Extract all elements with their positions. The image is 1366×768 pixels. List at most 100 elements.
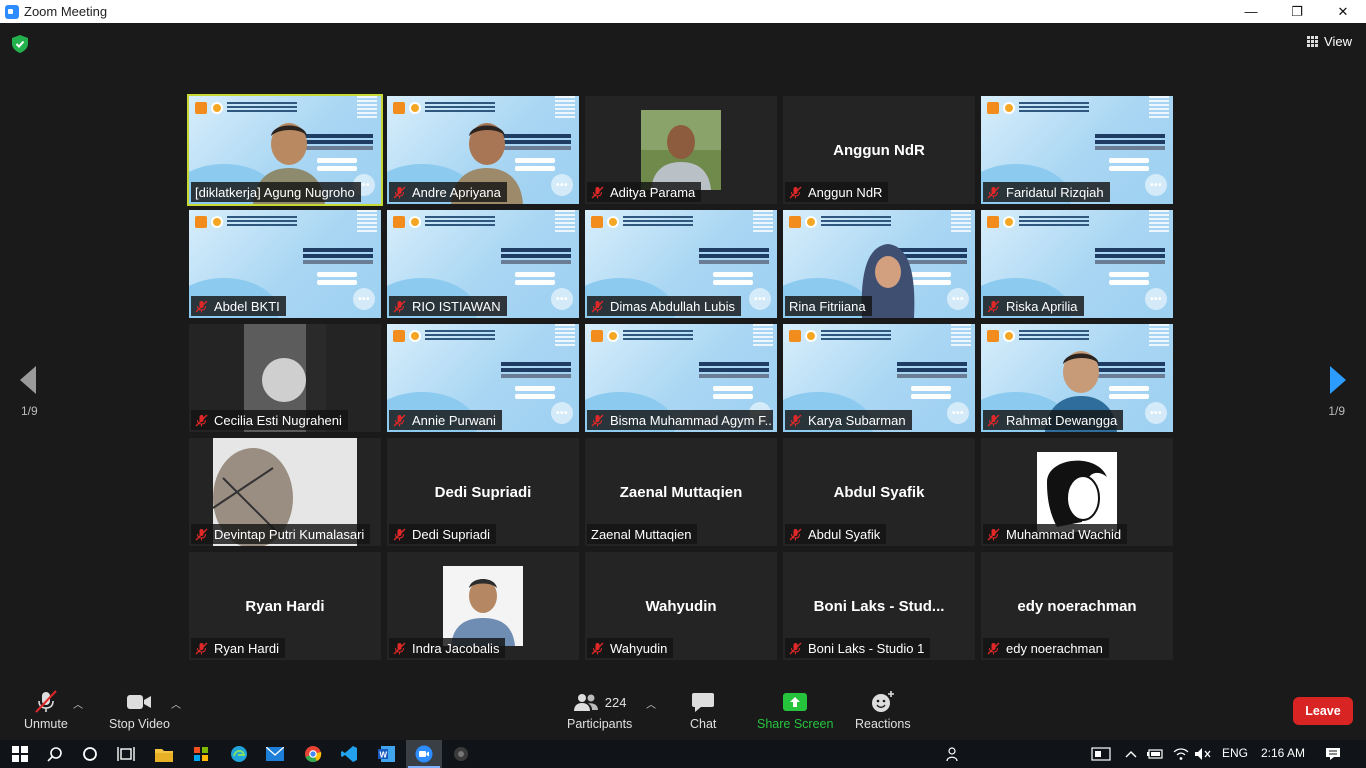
participant-tile[interactable]: Ryan Hardi Ryan Hardi	[189, 552, 381, 660]
participants-icon	[573, 694, 598, 711]
participant-name: Indra Jacobalis	[412, 640, 500, 656]
reactions-emoji-icon	[871, 691, 894, 712]
more-options-icon[interactable]: •••	[551, 402, 573, 424]
mic-muted-icon	[987, 186, 1000, 199]
previous-page-icon[interactable]	[18, 365, 38, 395]
search-icon[interactable]	[44, 744, 66, 764]
participant-name: edy noerachman	[1006, 640, 1103, 656]
mail-icon[interactable]	[264, 744, 286, 764]
battery-icon[interactable]	[1144, 744, 1166, 764]
minimize-button[interactable]: —	[1228, 0, 1274, 23]
chrome-icon[interactable]	[302, 744, 324, 764]
participants-button[interactable]: 224 Participants	[567, 690, 632, 731]
participant-tile[interactable]: •••Bisma Muhammad Agym F...	[585, 324, 777, 432]
more-options-icon[interactable]: •••	[947, 288, 969, 310]
grid-view-icon	[1307, 36, 1319, 47]
wifi-icon[interactable]	[1170, 744, 1192, 764]
participant-name: Dimas Abdullah Lubis	[610, 298, 736, 314]
show-hidden-icons-icon[interactable]	[1120, 744, 1142, 764]
participant-tile[interactable]: Indra Jacobalis	[387, 552, 579, 660]
participant-name: Karya Subarman	[808, 412, 906, 428]
more-options-icon[interactable]: •••	[551, 288, 573, 310]
participant-tile[interactable]: ••• RIO ISTIAWAN	[387, 210, 579, 318]
participant-name-label: Andre Apriyana	[389, 182, 507, 202]
view-button[interactable]: View	[1307, 34, 1352, 49]
participant-tile[interactable]: ••• Dimas Abdullah Lubis	[585, 210, 777, 318]
close-button[interactable]: ✕	[1320, 0, 1366, 23]
notification-area-icon[interactable]	[1090, 744, 1112, 764]
chat-label: Chat	[690, 717, 717, 731]
participant-tile[interactable]: ••• Annie Purwani	[387, 324, 579, 432]
clock[interactable]: 2:16 AM	[1261, 746, 1305, 760]
participant-tile[interactable]: Devintap Putri Kumalasari	[189, 438, 381, 546]
stop-video-button[interactable]: Stop Video	[109, 690, 170, 731]
participant-tile[interactable]: Dedi Supriadi Dedi Supriadi	[387, 438, 579, 546]
security-shield-icon[interactable]	[12, 35, 28, 53]
more-options-icon[interactable]: •••	[1145, 288, 1167, 310]
participant-tile[interactable]: Zaenal Muttaqien Zaenal Muttaqien	[585, 438, 777, 546]
participant-name-label: Ryan Hardi	[191, 638, 286, 658]
participant-tile[interactable]: ••• Andre Apriyana	[387, 96, 579, 204]
more-options-icon[interactable]: •••	[551, 174, 573, 196]
page-indicator-right: 1/9	[1328, 404, 1345, 418]
participant-big-name: Wahyudin	[645, 598, 717, 615]
mic-muted-icon	[591, 414, 604, 427]
participant-tile[interactable]: Boni Laks - Stud... Boni Laks - Studio 1	[783, 552, 975, 660]
language-indicator[interactable]: ENG	[1222, 746, 1248, 760]
participant-tile[interactable]: ••• Karya Subarman	[783, 324, 975, 432]
more-options-icon[interactable]: •••	[1145, 174, 1167, 196]
more-options-icon[interactable]: •••	[353, 288, 375, 310]
participant-tile[interactable]: ••• Faridatul Rizqiah	[981, 96, 1173, 204]
mic-muted-icon	[195, 528, 208, 541]
participant-tile[interactable]: Wahyudin Wahyudin	[585, 552, 777, 660]
edge-browser-icon[interactable]	[228, 744, 250, 764]
people-icon[interactable]	[940, 744, 962, 764]
file-explorer-icon[interactable]	[153, 744, 175, 764]
store-icon[interactable]	[190, 744, 212, 764]
participant-tile[interactable]: ••• [diklatkerja] Agung Nugroho	[187, 94, 383, 206]
participant-tile[interactable]: Muhammad Wachid	[981, 438, 1173, 546]
participant-name-label: Abdel BKTI	[191, 296, 286, 316]
participant-big-name: Ryan Hardi	[245, 598, 325, 615]
participant-tile[interactable]: ••• Abdel BKTI	[189, 210, 381, 318]
participant-tile[interactable]: Abdul Syafik Abdul Syafik	[783, 438, 975, 546]
participant-name: Muhammad Wachid	[1006, 526, 1122, 542]
participant-tile[interactable]: ••• Riska Aprilia	[981, 210, 1173, 318]
participants-caret-icon[interactable]: ︿	[646, 696, 656, 711]
more-options-icon[interactable]: •••	[947, 402, 969, 424]
volume-muted-icon[interactable]	[1192, 744, 1214, 764]
mic-muted-icon	[393, 414, 406, 427]
audio-options-caret-icon[interactable]: ︿	[73, 696, 83, 711]
mic-muted-icon	[789, 642, 802, 655]
leave-button[interactable]: Leave	[1293, 697, 1353, 725]
vscode-icon[interactable]	[338, 744, 360, 764]
unmute-button[interactable]: Unmute	[24, 690, 68, 731]
video-options-caret-icon[interactable]: ︿	[171, 696, 181, 711]
cortana-icon[interactable]	[79, 744, 101, 764]
more-options-icon[interactable]: •••	[749, 288, 771, 310]
participant-tile[interactable]: Anggun NdR Anggun NdR	[783, 96, 975, 204]
mic-muted-icon	[591, 186, 604, 199]
participant-tile[interactable]: Cecilia Esti Nugraheni	[189, 324, 381, 432]
share-screen-button[interactable]: Share Screen	[757, 690, 833, 731]
start-windows-icon[interactable]	[9, 744, 31, 764]
participant-big-name: Zaenal Muttaqien	[619, 484, 743, 501]
participant-tile[interactable]: edy noerachman edy noerachman	[981, 552, 1173, 660]
participant-tile[interactable]: Aditya Parama	[585, 96, 777, 204]
window-controls: — ❐ ✕	[1228, 0, 1366, 23]
obs-app-icon[interactable]	[450, 744, 472, 764]
zoom-icon[interactable]	[413, 744, 435, 764]
action-center-icon[interactable]	[1322, 744, 1344, 764]
participant-tile[interactable]: ••• Rina Fitriiana	[783, 210, 975, 318]
mic-muted-icon	[987, 642, 1000, 655]
chat-button[interactable]: Chat	[690, 690, 716, 731]
word-icon[interactable]: W	[376, 744, 398, 764]
reactions-button[interactable]: Reactions	[855, 690, 911, 731]
more-options-icon[interactable]: •••	[1145, 402, 1167, 424]
restore-button[interactable]: ❐	[1274, 0, 1320, 23]
participant-name-label: [diklatkerja] Agung Nugroho	[191, 182, 361, 202]
participant-tile[interactable]: ••• Rahmat Dewangga	[981, 324, 1173, 432]
next-page-icon[interactable]	[1328, 365, 1348, 395]
task-view-icon[interactable]	[115, 744, 137, 764]
participant-name-label: Riska Aprilia	[983, 296, 1084, 316]
